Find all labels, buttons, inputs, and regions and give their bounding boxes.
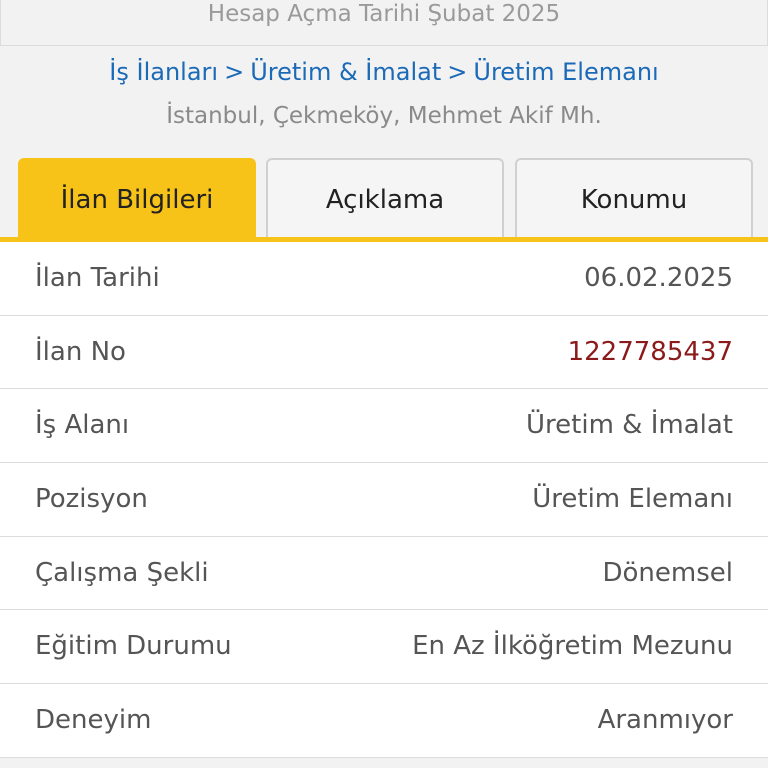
detail-label: Eğitim Durumu: [35, 631, 232, 662]
detail-label: İş Alanı: [35, 410, 130, 441]
account-opened-strip: Hesap Açma Tarihi Şubat 2025: [0, 0, 768, 46]
breadcrumb-item-position[interactable]: Üretim Elemanı: [473, 58, 658, 86]
detail-row-field: İş Alanı Üretim & İmalat: [0, 389, 768, 464]
tab-listing-info[interactable]: İlan Bilgileri: [18, 158, 256, 238]
detail-row-listing-no: İlan No 1227785437: [0, 316, 768, 390]
detail-row-experience: Deneyim Aranmıyor: [0, 684, 768, 758]
listing-number: 1227785437: [567, 336, 733, 367]
breadcrumb: İş İlanları > Üretim & İmalat > Üretim Elema…: [0, 58, 768, 86]
detail-value: Üretim Elemanı: [532, 484, 733, 515]
detail-row-work-type: Çalışma Şekli Dönemsel: [0, 537, 768, 611]
breadcrumb-item-category[interactable]: Üretim & İmalat: [250, 58, 441, 86]
listing-details-table: İlan Tarihi 06.02.2025 İlan No 122778543…: [0, 242, 768, 758]
detail-row-date: İlan Tarihi 06.02.2025: [0, 242, 768, 316]
detail-row-position: Pozisyon Üretim Elemanı: [0, 463, 768, 537]
listing-location: İstanbul, Çekmeköy, Mehmet Akif Mh.: [166, 103, 602, 129]
breadcrumb-separator: >: [447, 58, 468, 86]
detail-label: Çalışma Şekli: [35, 557, 209, 588]
detail-value: En Az İlköğretim Mezunu: [412, 631, 733, 662]
tab-description[interactable]: Açıklama: [266, 158, 504, 238]
detail-row-education: Eğitim Durumu En Az İlköğretim Mezunu: [0, 610, 768, 685]
breadcrumb-item-jobs[interactable]: İş İlanları: [109, 58, 218, 86]
detail-value: Dönemsel: [602, 557, 734, 588]
detail-value: Üretim & İmalat: [526, 410, 733, 441]
tab-bar: İlan Bilgileri Açıklama Konumu: [0, 158, 768, 242]
detail-label: Pozisyon: [35, 484, 148, 515]
detail-label: İlan No: [35, 336, 126, 367]
detail-value: Aranmıyor: [597, 705, 733, 736]
detail-value: 06.02.2025: [584, 263, 733, 293]
detail-label: İlan Tarihi: [35, 263, 160, 293]
account-opened-text: Hesap Açma Tarihi Şubat 2025: [207, 1, 561, 27]
breadcrumb-separator: >: [224, 58, 245, 86]
detail-label: Deneyim: [35, 705, 152, 736]
tab-location[interactable]: Konumu: [515, 158, 753, 238]
